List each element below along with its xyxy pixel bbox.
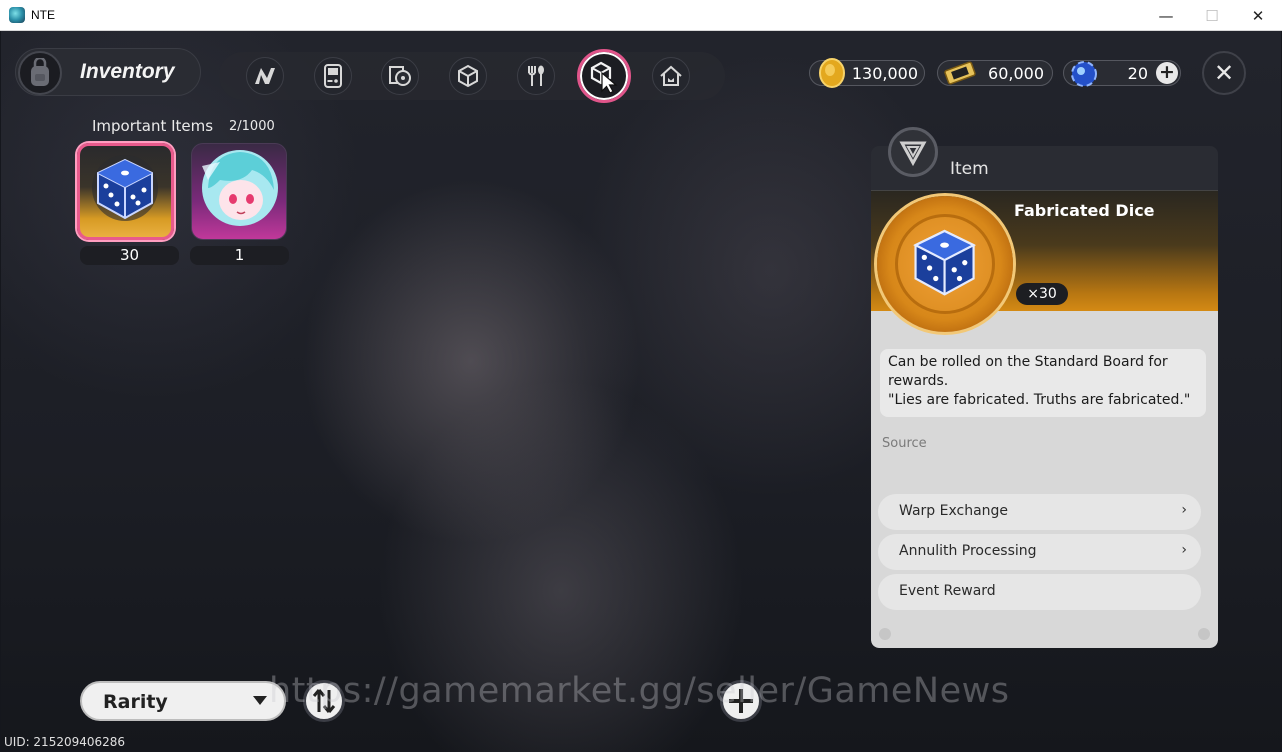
section-count: 2/1000 xyxy=(229,119,275,134)
app-icon xyxy=(9,7,25,23)
chevron-down-icon xyxy=(253,696,267,705)
gold-coin-icon xyxy=(819,58,845,88)
gold-value: 130,000 xyxy=(851,64,918,83)
section-label: Important Items xyxy=(92,117,214,135)
tab-food[interactable] xyxy=(517,57,555,95)
source-label-text: Warp Exchange xyxy=(899,503,1009,519)
currency-blue-orb: 20 + xyxy=(1063,60,1181,87)
blue-orb-icon xyxy=(1071,61,1097,87)
inventory-title: Inventory xyxy=(80,60,175,83)
source-annulith-processing[interactable]: Annulith Processing › xyxy=(878,534,1201,570)
add-currency-button[interactable]: + xyxy=(1156,62,1178,84)
maximize-button[interactable]: ☐ xyxy=(1189,0,1235,31)
inventory-header: Inventory xyxy=(15,48,201,96)
tab-housing[interactable] xyxy=(652,57,690,95)
minimize-button[interactable]: — xyxy=(1143,0,1189,31)
source-warp-exchange[interactable]: Warp Exchange › xyxy=(878,494,1201,530)
sort-rarity-dropdown[interactable]: Rarity xyxy=(80,681,286,721)
item-description: Can be rolled on the Standard Board for … xyxy=(880,349,1206,417)
source-label: Source xyxy=(882,436,927,451)
panel-corner-dot xyxy=(1198,628,1210,640)
window-titlebar: NTE — ☐ ✕ xyxy=(0,0,1282,31)
uid-label: UID: 215209406286 xyxy=(4,735,126,749)
source-label-text: Annulith Processing xyxy=(899,543,1037,559)
tab-important-items[interactable] xyxy=(577,49,631,103)
fork-spoon-icon xyxy=(528,65,544,86)
item-quantity-badge: ×30 xyxy=(1016,283,1068,305)
chevron-right-icon: › xyxy=(1181,502,1187,518)
cube-icon xyxy=(458,64,478,88)
blue-orb-value: 20 xyxy=(1127,64,1148,83)
description-line-2: rewards. xyxy=(888,373,949,389)
item-card-character-portrait[interactable] xyxy=(191,143,287,240)
cube-pointer-icon xyxy=(590,61,618,93)
n-logo-icon xyxy=(255,68,275,84)
description-line-3: "Lies are fabricated. Truths are fabrica… xyxy=(888,392,1191,408)
item-detail-body: Can be rolled on the Standard Board for … xyxy=(871,311,1218,648)
handheld-console-icon xyxy=(324,64,342,88)
tab-characters[interactable] xyxy=(246,57,284,95)
watermark-text: https://gamemarket.gg/seller/GameNews xyxy=(269,671,1010,711)
source-label-text: Event Reward xyxy=(899,583,996,599)
ticket-icon xyxy=(944,61,976,85)
house-icon xyxy=(660,65,682,86)
source-event-reward: Event Reward xyxy=(878,574,1201,610)
tab-records[interactable] xyxy=(381,57,419,95)
description-line-1: Can be rolled on the Standard Board for xyxy=(888,354,1168,370)
item-name: Fabricated Dice xyxy=(1014,201,1155,220)
item-qty-portrait: 1 xyxy=(190,246,289,265)
item-card-fabricated-dice[interactable] xyxy=(77,143,174,240)
disc-box-icon xyxy=(389,66,411,86)
sort-label: Rarity xyxy=(103,691,168,713)
currency-gold: 130,000 xyxy=(809,58,925,88)
currency-ticket: 60,000 xyxy=(937,60,1053,86)
tab-devices[interactable] xyxy=(314,57,352,95)
character-portrait-icon xyxy=(202,150,278,226)
coin-dice-icon xyxy=(895,214,995,314)
chevron-right-icon: › xyxy=(1181,542,1187,558)
dice-icon xyxy=(92,155,158,221)
item-coin-emblem xyxy=(877,196,1013,332)
item-qty-dice: 30 xyxy=(80,246,179,265)
tab-materials[interactable] xyxy=(449,57,487,95)
item-type-badge-icon xyxy=(888,127,938,177)
close-inventory-button[interactable]: ✕ xyxy=(1202,51,1246,95)
panel-corner-dot xyxy=(879,628,891,640)
close-window-button[interactable]: ✕ xyxy=(1235,0,1281,31)
ticket-value: 60,000 xyxy=(988,64,1044,83)
game-viewport: Inventory 130,000 60,000 20 + ✕ Importan… xyxy=(1,31,1281,752)
backpack-icon xyxy=(18,51,62,95)
panel-header-title: Item xyxy=(950,159,989,179)
window-title: NTE xyxy=(31,8,55,22)
